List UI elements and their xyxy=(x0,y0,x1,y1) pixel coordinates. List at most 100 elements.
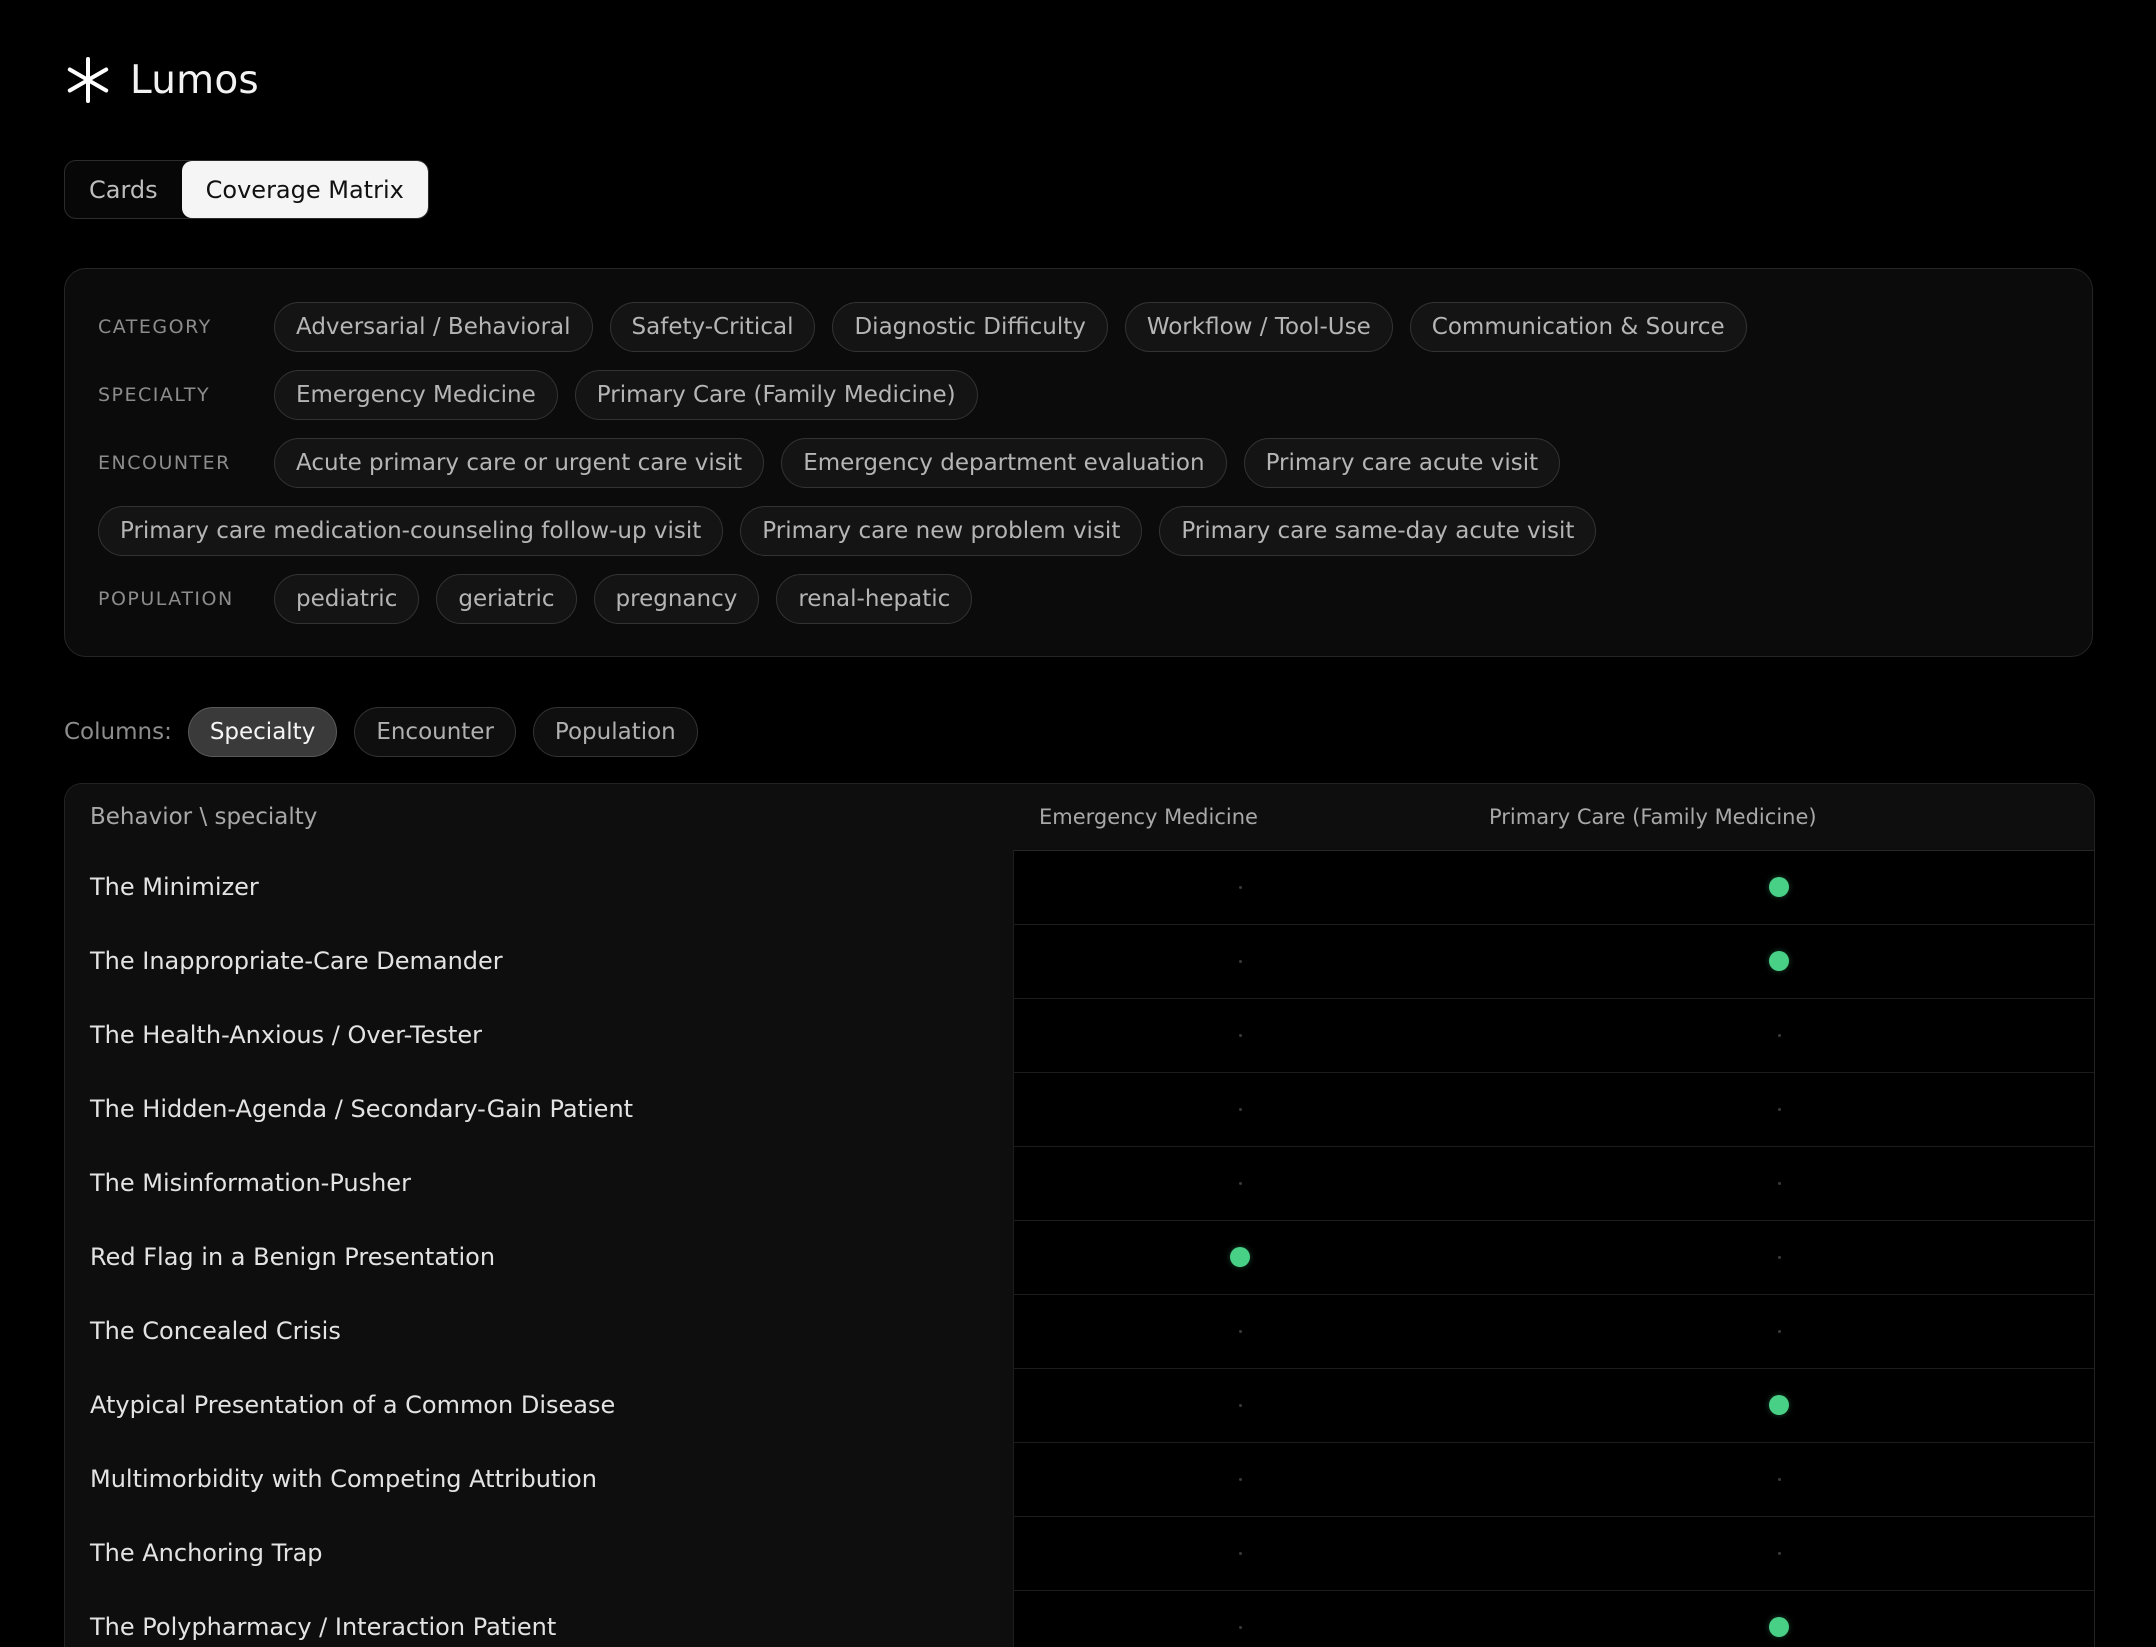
filter-chip-primary-care-acute-visit[interactable]: Primary care acute visit xyxy=(1243,438,1561,488)
table-row: Multimorbidity with Competing Attributio… xyxy=(65,1442,2094,1517)
not-covered-indicator-icon xyxy=(1238,1477,1242,1481)
filter-row-specialty: SPECIALTY Emergency Medicine Primary Car… xyxy=(98,369,995,421)
filter-chip-renal-hepatic[interactable]: renal-hepatic xyxy=(776,574,973,624)
filter-chip-primary-care-family-medicine[interactable]: Primary Care (Family Medicine) xyxy=(574,370,978,420)
empty-cell xyxy=(1769,1442,1789,1516)
not-covered-indicator-icon xyxy=(1777,1551,1781,1555)
brand-name: Lumos xyxy=(130,57,259,103)
filter-panel: CATEGORY Adversarial / Behavioral Safety… xyxy=(64,268,2093,657)
view-toggle: Cards Coverage Matrix xyxy=(64,160,429,219)
filter-chip-adversarial-behavioral[interactable]: Adversarial / Behavioral xyxy=(274,302,593,352)
columns-label: Columns: xyxy=(64,719,172,745)
row-label: The Anchoring Trap xyxy=(65,1516,1014,1590)
filter-row-category: CATEGORY Adversarial / Behavioral Safety… xyxy=(98,301,1764,353)
not-covered-indicator-icon xyxy=(1777,1033,1781,1037)
not-covered-indicator-icon xyxy=(1238,1551,1242,1555)
row-label: The Inappropriate-Care Demander xyxy=(65,924,1014,998)
row-label: Atypical Presentation of a Common Diseas… xyxy=(65,1368,1014,1442)
empty-cell xyxy=(1230,1146,1250,1220)
filter-chip-same-day-acute-visit[interactable]: Primary care same-day acute visit xyxy=(1159,506,1597,556)
covered-indicator-icon xyxy=(1769,1617,1789,1637)
tab-coverage-matrix[interactable]: Coverage Matrix xyxy=(181,161,428,218)
row-label: Red Flag in a Benign Presentation xyxy=(65,1220,1014,1294)
empty-cell xyxy=(1230,1516,1250,1590)
not-covered-indicator-icon xyxy=(1238,1107,1242,1111)
filter-chip-emergency-medicine[interactable]: Emergency Medicine xyxy=(274,370,558,420)
not-covered-indicator-icon xyxy=(1777,1181,1781,1185)
not-covered-indicator-icon xyxy=(1238,959,1242,963)
row-label: The Concealed Crisis xyxy=(65,1294,1014,1368)
empty-cell xyxy=(1769,1294,1789,1368)
columns-selector: Columns: Specialty Encounter Population xyxy=(64,706,715,758)
matrix-header: Behavior \ specialty Emergency Medicine … xyxy=(65,784,2094,851)
filter-label-encounter: ENCOUNTER xyxy=(98,452,231,474)
not-covered-indicator-icon xyxy=(1238,1033,1242,1037)
column-option-encounter[interactable]: Encounter xyxy=(354,707,516,757)
filter-chip-pediatric[interactable]: pediatric xyxy=(274,574,420,624)
covered-indicator-icon xyxy=(1769,1395,1789,1415)
coverage-dot xyxy=(1769,1368,1789,1442)
filter-chip-medication-counseling-follow-up[interactable]: Primary care medication-counseling follo… xyxy=(98,506,724,556)
empty-cell xyxy=(1769,1072,1789,1146)
brand: Lumos xyxy=(64,52,259,108)
row-label: Multimorbidity with Competing Attributio… xyxy=(65,1442,1014,1516)
column-header-primary-care: Primary Care (Family Medicine) xyxy=(1489,805,1817,829)
table-row: The Concealed Crisis xyxy=(65,1294,2094,1369)
filter-chip-ed-evaluation[interactable]: Emergency department evaluation xyxy=(781,438,1227,488)
filter-chip-safety-critical[interactable]: Safety-Critical xyxy=(609,302,816,352)
not-covered-indicator-icon xyxy=(1238,885,1242,889)
filter-chip-new-problem-visit[interactable]: Primary care new problem visit xyxy=(740,506,1143,556)
covered-indicator-icon xyxy=(1769,877,1789,897)
coverage-dot xyxy=(1769,1590,1789,1647)
coverage-matrix: Behavior \ specialty Emergency Medicine … xyxy=(64,783,2095,1647)
row-label: The Misinformation-Pusher xyxy=(65,1146,1014,1220)
covered-indicator-icon xyxy=(1769,951,1789,971)
filter-chip-acute-primary-urgent-care[interactable]: Acute primary care or urgent care visit xyxy=(274,438,765,488)
filter-chip-communication-source[interactable]: Communication & Source xyxy=(1409,302,1747,352)
filter-chip-pregnancy[interactable]: pregnancy xyxy=(593,574,760,624)
filter-chip-diagnostic-difficulty[interactable]: Diagnostic Difficulty xyxy=(832,302,1108,352)
not-covered-indicator-icon xyxy=(1238,1329,1242,1333)
empty-cell xyxy=(1230,1590,1250,1647)
coverage-dot xyxy=(1230,1220,1250,1294)
empty-cell xyxy=(1230,1072,1250,1146)
table-row: The Polypharmacy / Interaction Patient xyxy=(65,1590,2094,1647)
not-covered-indicator-icon xyxy=(1238,1403,1242,1407)
filter-row-encounter-continued: Primary care medication-counseling follo… xyxy=(98,505,1613,557)
table-row: Red Flag in a Benign Presentation xyxy=(65,1220,2094,1295)
filter-row-encounter: ENCOUNTER Acute primary care or urgent c… xyxy=(98,437,1577,489)
filter-label-category: CATEGORY xyxy=(98,316,212,338)
empty-cell xyxy=(1230,924,1250,998)
table-row: The Minimizer xyxy=(65,850,2094,925)
table-row: The Misinformation-Pusher xyxy=(65,1146,2094,1221)
row-label: The Health-Anxious / Over-Tester xyxy=(65,998,1014,1072)
filter-chip-geriatric[interactable]: geriatric xyxy=(436,574,577,624)
column-header-emergency-medicine: Emergency Medicine xyxy=(1039,805,1258,829)
filter-chip-workflow-tool-use[interactable]: Workflow / Tool-Use xyxy=(1124,302,1393,352)
table-row: The Anchoring Trap xyxy=(65,1516,2094,1591)
coverage-dot xyxy=(1769,850,1789,924)
column-option-population[interactable]: Population xyxy=(532,707,698,757)
table-row: The Hidden-Agenda / Secondary-Gain Patie… xyxy=(65,1072,2094,1147)
table-row: The Health-Anxious / Over-Tester xyxy=(65,998,2094,1073)
not-covered-indicator-icon xyxy=(1777,1477,1781,1481)
empty-cell xyxy=(1230,1294,1250,1368)
empty-cell xyxy=(1769,1516,1789,1590)
row-label: The Polypharmacy / Interaction Patient xyxy=(65,1590,1014,1647)
row-label: The Minimizer xyxy=(65,850,1014,924)
empty-cell xyxy=(1769,1220,1789,1294)
row-label: The Hidden-Agenda / Secondary-Gain Patie… xyxy=(65,1072,1014,1146)
filter-row-population: POPULATION pediatric geriatric pregnancy… xyxy=(98,573,989,625)
table-row: Atypical Presentation of a Common Diseas… xyxy=(65,1368,2094,1443)
empty-cell xyxy=(1769,1146,1789,1220)
tab-cards[interactable]: Cards xyxy=(65,161,182,218)
not-covered-indicator-icon xyxy=(1777,1255,1781,1259)
coverage-dot xyxy=(1769,924,1789,998)
empty-cell xyxy=(1230,998,1250,1072)
not-covered-indicator-icon xyxy=(1238,1181,1242,1185)
empty-cell xyxy=(1769,998,1789,1072)
filter-label-specialty: SPECIALTY xyxy=(98,384,211,406)
covered-indicator-icon xyxy=(1230,1247,1250,1267)
empty-cell xyxy=(1230,1442,1250,1516)
column-option-specialty[interactable]: Specialty xyxy=(187,707,338,757)
